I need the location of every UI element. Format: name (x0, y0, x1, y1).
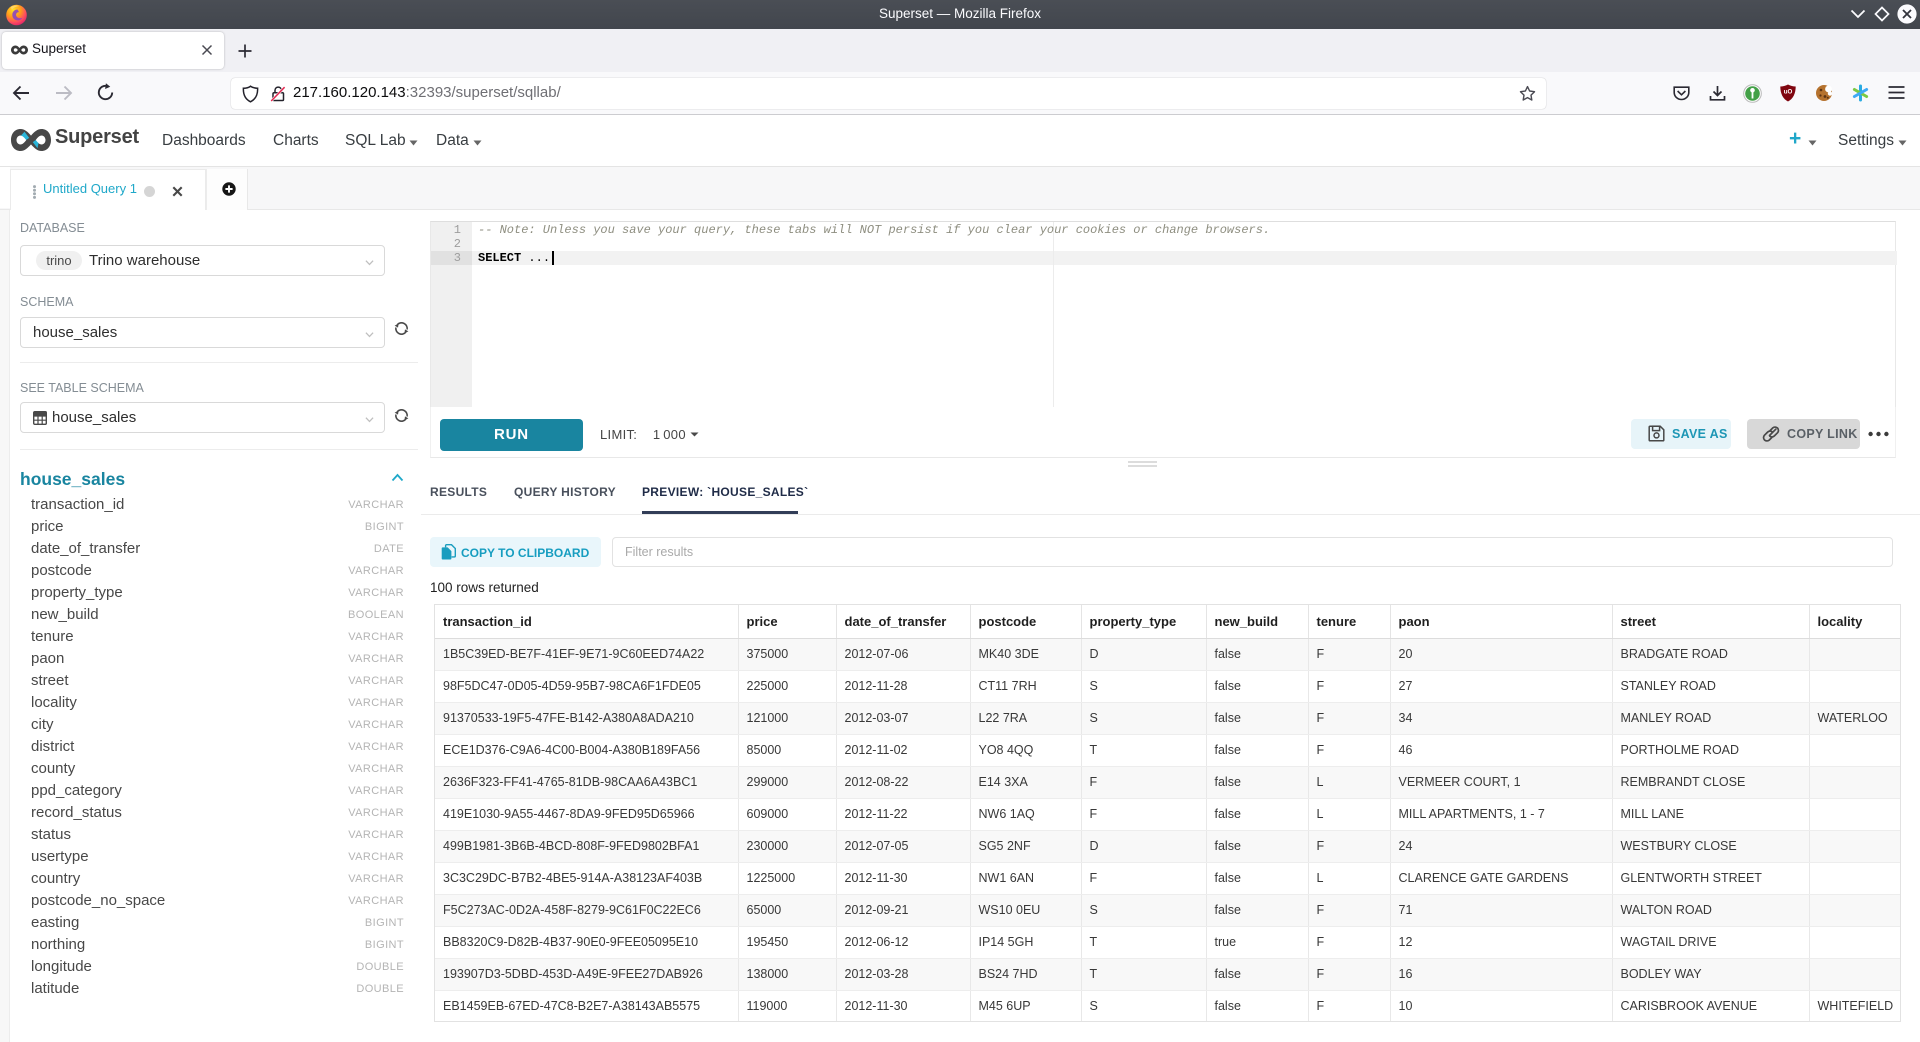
svg-text:uO: uO (1784, 89, 1793, 96)
